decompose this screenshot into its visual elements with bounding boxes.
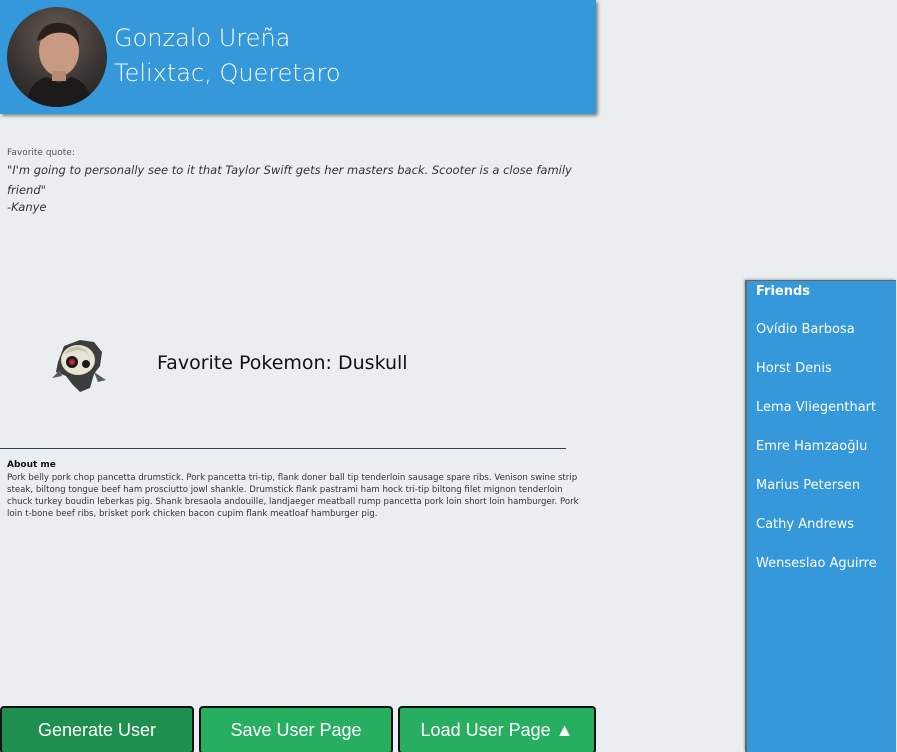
load-user-page-button[interactable]: Load User Page ▲: [398, 706, 596, 752]
section-divider: [0, 448, 566, 449]
favorite-quote-author: -Kanye: [7, 200, 47, 214]
profile-header: Gonzalo Ureña Telixtac, Queretaro: [0, 0, 596, 114]
user-location: Telixtac, Queretaro: [114, 59, 341, 87]
save-user-page-button[interactable]: Save User Page: [199, 706, 393, 752]
friend-item[interactable]: Horst Denis: [756, 361, 832, 376]
favorite-quote-label: Favorite quote:: [7, 148, 75, 158]
friend-item[interactable]: Lema Vliegenthart: [756, 400, 876, 415]
duskull-sprite-icon: [50, 332, 114, 396]
favorite-quote-text: "I'm going to personally see to it that …: [7, 163, 572, 197]
friend-item[interactable]: Marius Petersen: [756, 478, 860, 493]
about-me-title: About me: [7, 460, 56, 470]
avatar-portrait-icon: [25, 22, 93, 107]
generate-user-button[interactable]: Generate User: [0, 706, 194, 752]
avatar: [7, 7, 107, 107]
user-name: Gonzalo Ureña: [114, 24, 291, 52]
friend-item[interactable]: Emre Hamzaoğlu: [756, 439, 867, 454]
friends-panel: Friends Ovídio Barbosa Horst Denis Lema …: [745, 280, 896, 752]
favorite-pokemon-label: Favorite Pokemon: Duskull: [157, 352, 408, 374]
friend-item[interactable]: Ovídio Barbosa: [756, 322, 855, 337]
friends-title: Friends: [756, 284, 811, 299]
friend-item[interactable]: Cathy Andrews: [756, 517, 854, 532]
about-me-text: Pork belly pork chop pancetta drumstick.…: [7, 473, 579, 519]
friend-item[interactable]: Wenseslao Aguirre: [756, 556, 877, 571]
